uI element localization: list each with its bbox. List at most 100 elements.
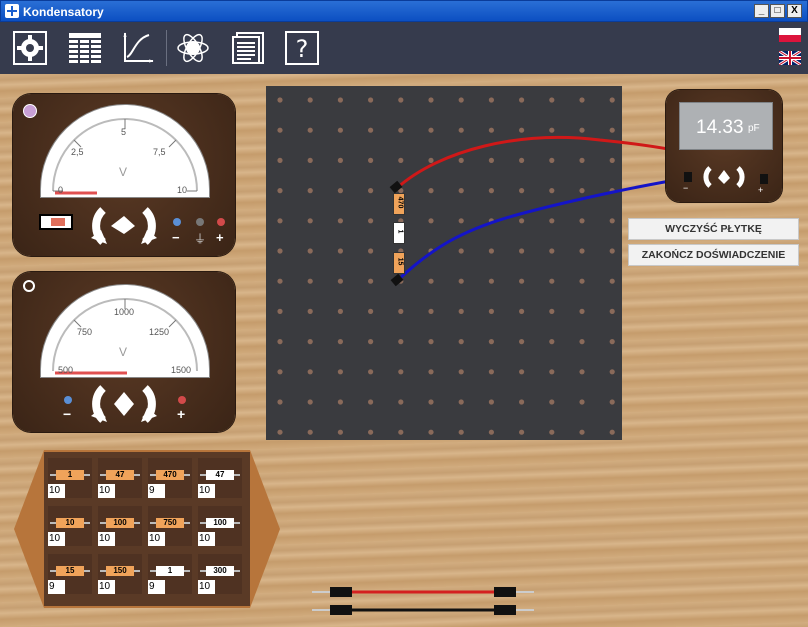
board-hole: [337, 399, 343, 405]
board-hole: [519, 218, 525, 224]
board-hole: [398, 399, 404, 405]
board-hole: [458, 127, 464, 133]
board-hole: [549, 369, 555, 375]
tray-slot[interactable]: 100 10: [198, 506, 242, 546]
board-hole: [519, 127, 525, 133]
board-hole: [277, 308, 283, 314]
tray-slot[interactable]: 15 9: [48, 554, 92, 594]
capacitance-unit: pF: [748, 123, 760, 134]
board-hole: [579, 157, 585, 163]
tray-slot[interactable]: 47 10: [198, 458, 242, 498]
atom-icon[interactable]: [176, 31, 210, 65]
tray-slot[interactable]: 10 10: [48, 506, 92, 546]
board-hole: [428, 97, 434, 103]
board-hole: [458, 429, 464, 435]
polish-flag-icon[interactable]: [779, 28, 801, 42]
help-icon[interactable]: ?: [285, 31, 319, 65]
board-hole: [458, 218, 464, 224]
capacitor-body: 750: [156, 518, 184, 528]
gauge-range-knob[interactable]: [87, 380, 161, 426]
board-hole: [549, 429, 555, 435]
tray-slot[interactable]: 1 10: [48, 458, 92, 498]
board-hole: [398, 339, 404, 345]
board-hole: [458, 278, 464, 284]
capacitor-body: 1: [56, 470, 84, 480]
board-hole: [609, 188, 615, 194]
board-hole: [579, 429, 585, 435]
table-icon[interactable]: [68, 31, 102, 65]
board-hole: [609, 97, 615, 103]
spare-cables[interactable]: [312, 585, 542, 615]
capacitance-meter-panel: 14.33 pF − +: [666, 90, 782, 202]
board-capacitor-1-label: 1: [396, 229, 404, 234]
document-icon[interactable]: [231, 31, 265, 65]
board-hole: [428, 127, 434, 133]
board-hole: [609, 127, 615, 133]
board-capacitor-470[interactable]: 470: [393, 193, 405, 215]
gauge-plus-terminal[interactable]: [178, 396, 186, 404]
board-hole: [398, 97, 404, 103]
capacitance-plus-terminal[interactable]: [760, 174, 768, 184]
capacitance-range-knob[interactable]: [698, 164, 750, 190]
board-capacitor-15[interactable]: 15: [393, 252, 405, 274]
board-hole: [549, 218, 555, 224]
breadboard[interactable]: [266, 86, 622, 440]
capacitor-body: 15: [56, 566, 84, 576]
help-label: ?: [296, 35, 309, 63]
voltmeter-range-knob[interactable]: [87, 202, 161, 248]
finish-experiment-button[interactable]: ZAKOŃCZ DOŚWIADCZENIE: [628, 244, 799, 266]
voltmeter-minus-terminal[interactable]: [173, 218, 181, 226]
board-hole: [307, 188, 313, 194]
tray-slot[interactable]: 19: [148, 554, 192, 594]
board-hole: [368, 399, 374, 405]
board-hole: [579, 248, 585, 254]
board-hole: [458, 339, 464, 345]
capacitor-count: 9: [148, 484, 165, 498]
board-hole: [579, 399, 585, 405]
board-hole: [458, 308, 464, 314]
voltmeter-ground-terminal[interactable]: [196, 218, 204, 226]
tray-slot[interactable]: 470 9: [148, 458, 192, 498]
board-hole: [368, 157, 374, 163]
voltmeter-plus-terminal[interactable]: [217, 218, 225, 226]
minimize-button[interactable]: _: [754, 4, 769, 18]
board-hole: [609, 278, 615, 284]
capacitance-minus-label: −: [683, 183, 689, 193]
close-button[interactable]: X: [787, 4, 802, 18]
window-title: Kondensatory: [23, 5, 104, 19]
capacitance-minus-terminal[interactable]: [684, 172, 692, 182]
voltmeter-minus-label: −: [172, 230, 180, 245]
board-hole: [458, 188, 464, 194]
tray-slot[interactable]: 150 10: [98, 554, 142, 594]
board-hole: [277, 157, 283, 163]
maximize-button[interactable]: □: [770, 4, 785, 18]
voltmeter-active-indicator: [23, 104, 37, 118]
tray-slot[interactable]: 47 10: [98, 458, 142, 498]
graph-icon[interactable]: [121, 31, 155, 65]
gauge-minus-terminal[interactable]: [64, 396, 72, 404]
board-hole: [549, 278, 555, 284]
board-hole: [428, 339, 434, 345]
toolbar-separator: [166, 30, 167, 66]
board-hole: [307, 127, 313, 133]
gauge-indicator[interactable]: [23, 280, 35, 292]
board-hole: [307, 339, 313, 345]
clear-board-button[interactable]: WYCZYŚĆ PŁYTKĘ: [628, 218, 799, 240]
gear-icon[interactable]: [13, 31, 47, 65]
uk-flag-icon[interactable]: [778, 49, 802, 67]
board-hole: [488, 308, 494, 314]
capacitor-count: 10: [148, 532, 165, 546]
board-hole: [488, 369, 494, 375]
board-hole: [398, 278, 404, 284]
tray-slot[interactable]: 750 10: [148, 506, 192, 546]
board-hole: [519, 97, 525, 103]
component-tray: 1 10 47 10 470 9 47 10 10 10 100 10 750 10 100 10 15 9 150…: [14, 450, 280, 608]
board-hole: [488, 188, 494, 194]
tray-slot[interactable]: 100 10: [98, 506, 142, 546]
voltmeter-power-switch[interactable]: [39, 214, 73, 230]
board-hole: [488, 248, 494, 254]
board-hole: [337, 97, 343, 103]
tray-slot[interactable]: 300 10: [198, 554, 242, 594]
board-capacitor-1[interactable]: 1: [393, 222, 405, 244]
board-hole: [337, 369, 343, 375]
